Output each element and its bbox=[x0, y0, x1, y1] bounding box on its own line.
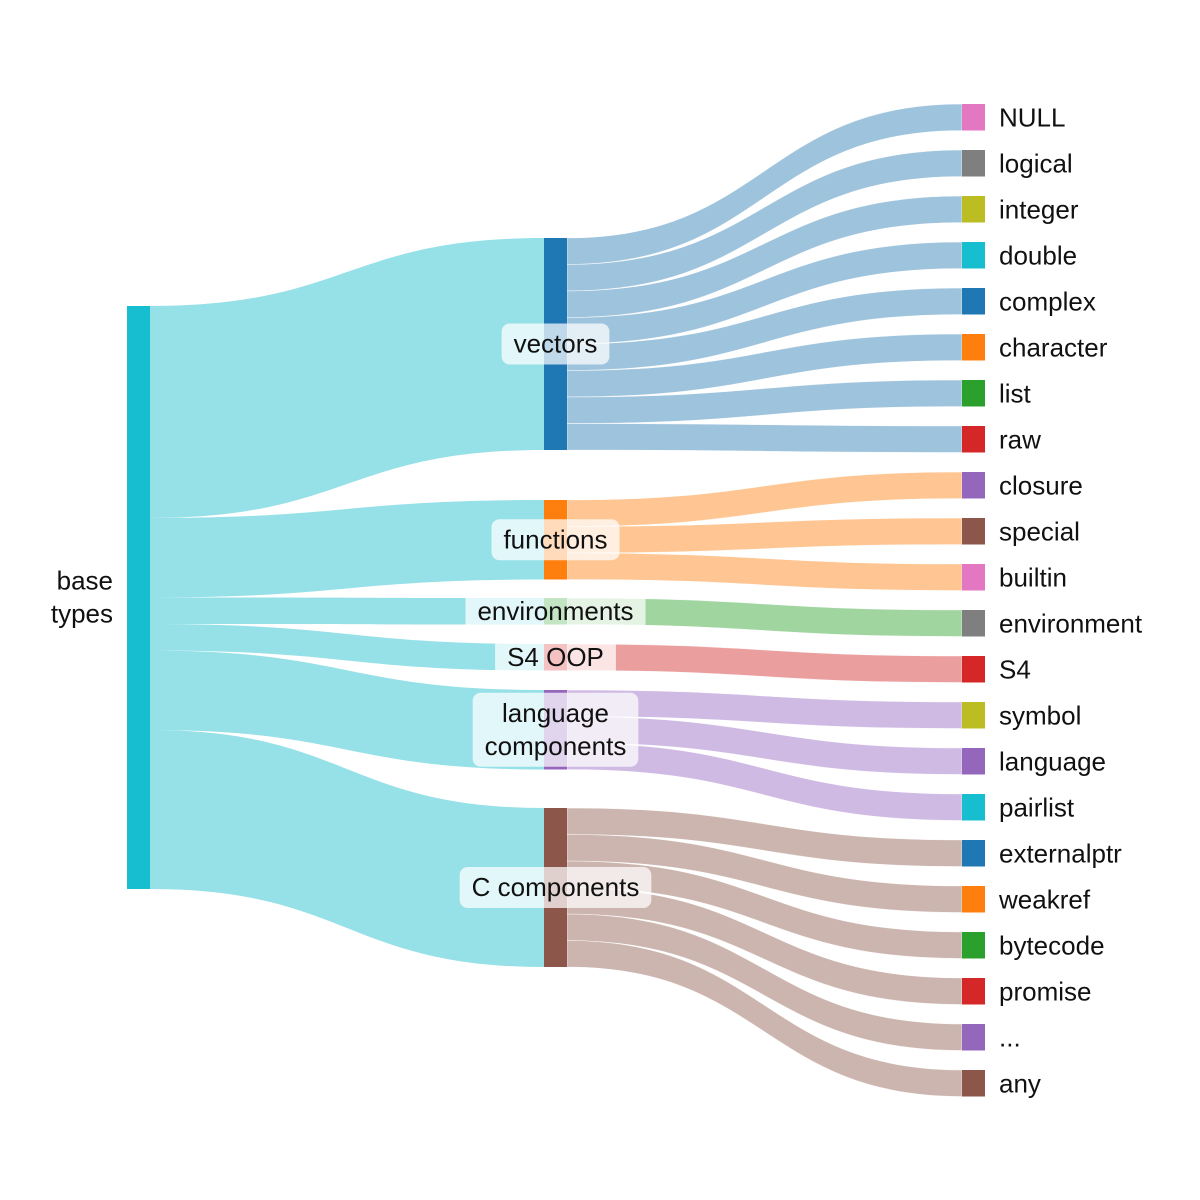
leaf-label: language bbox=[999, 746, 1106, 776]
leaf-label: ... bbox=[999, 1022, 1021, 1052]
leaf-label: raw bbox=[999, 424, 1041, 454]
leaf-label: special bbox=[999, 516, 1080, 546]
leaf-node[interactable] bbox=[962, 840, 985, 867]
leaf-label: complex bbox=[999, 286, 1096, 316]
label-language-text: language bbox=[502, 698, 609, 728]
leaf-node[interactable] bbox=[962, 702, 985, 729]
label-s4oop: S4 OOP bbox=[495, 636, 616, 678]
label-functions: functions bbox=[491, 519, 620, 561]
leaf-label: promise bbox=[999, 976, 1091, 1006]
label-environments: environments bbox=[465, 590, 646, 632]
label-base-types: basetypes bbox=[38, 560, 125, 635]
label-base-types-text: base bbox=[57, 566, 113, 596]
leaf-node[interactable] bbox=[962, 978, 985, 1005]
label-ccomp: C components bbox=[459, 867, 652, 908]
leaf-label: externalptr bbox=[999, 838, 1122, 868]
leaf-node[interactable] bbox=[962, 794, 985, 821]
leaf-node[interactable] bbox=[962, 104, 985, 131]
leaf-node[interactable] bbox=[962, 610, 985, 637]
link-root-vectors bbox=[150, 238, 544, 518]
leaf-label: NULL bbox=[999, 102, 1065, 132]
leaf-label: environment bbox=[999, 608, 1143, 638]
label-s4oop-text: S4 OOP bbox=[507, 642, 604, 672]
label-ccomp-text: C components bbox=[472, 872, 640, 902]
leaf-node[interactable] bbox=[962, 748, 985, 775]
leaf-label: builtin bbox=[999, 562, 1067, 592]
leaf-node[interactable] bbox=[962, 932, 985, 959]
leaf-node[interactable] bbox=[962, 242, 985, 269]
label-base-types-text: types bbox=[51, 599, 113, 629]
leaf-node[interactable] bbox=[962, 886, 985, 913]
leaf-label: symbol bbox=[999, 700, 1081, 730]
label-vectors-text: vectors bbox=[514, 329, 598, 359]
link-functions-leaf bbox=[566, 552, 963, 591]
leaf-node[interactable] bbox=[962, 1024, 985, 1051]
leaf-label: list bbox=[999, 378, 1032, 408]
leaf-node[interactable] bbox=[962, 564, 985, 591]
label-language: languagecomponents bbox=[472, 692, 639, 767]
leaf-node[interactable] bbox=[962, 150, 985, 177]
link-vectors-leaf bbox=[566, 103, 963, 265]
link-vectors-leaf bbox=[566, 423, 963, 453]
label-language-text: components bbox=[485, 731, 627, 761]
sankey-diagram: NULL logical integer double complex character… bbox=[38, 102, 1143, 1098]
leaf-label: double bbox=[999, 240, 1077, 270]
label-functions-text: functions bbox=[503, 524, 607, 554]
leaf-label: bytecode bbox=[999, 930, 1105, 960]
leaf-label: weakref bbox=[998, 884, 1091, 914]
leaf-node[interactable] bbox=[962, 288, 985, 315]
leaf-node[interactable] bbox=[962, 426, 985, 453]
link-ccomp-leaf bbox=[566, 940, 963, 1097]
leaf-label: character bbox=[999, 332, 1108, 362]
leaf-node[interactable] bbox=[962, 334, 985, 361]
label-environments-text: environments bbox=[477, 596, 633, 626]
leaf-node[interactable] bbox=[962, 196, 985, 223]
leaf-node[interactable] bbox=[962, 380, 985, 407]
label-vectors: vectors bbox=[501, 323, 610, 365]
link-s4oop-leaf bbox=[566, 643, 963, 683]
leaf-node[interactable] bbox=[962, 472, 985, 499]
leaf-label: closure bbox=[999, 470, 1083, 500]
leaf-node[interactable] bbox=[962, 656, 985, 683]
leaf-label: logical bbox=[999, 148, 1073, 178]
leaf-label: S4 bbox=[999, 654, 1031, 684]
leaf-node[interactable] bbox=[962, 518, 985, 545]
node-base-types[interactable] bbox=[127, 306, 150, 889]
leaf-label: any bbox=[999, 1068, 1041, 1098]
leaf-label: pairlist bbox=[999, 792, 1075, 822]
leaf-label: integer bbox=[999, 194, 1079, 224]
leaf-node[interactable] bbox=[962, 1070, 985, 1097]
